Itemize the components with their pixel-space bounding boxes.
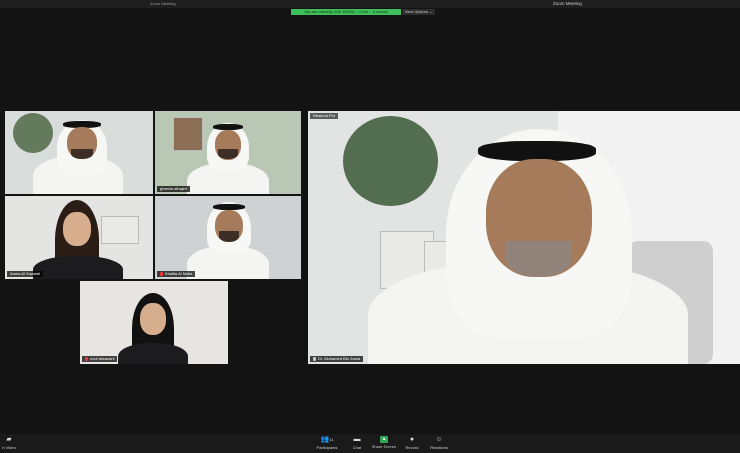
active-speaker-tile[interactable]: Reserva Pro Dr. Mohamed Bin Zama — [308, 111, 740, 364]
reactions-icon: ☺ — [435, 436, 443, 443]
reactions-button[interactable]: ☺ Reactions — [428, 436, 450, 450]
meeting-toolbar: ▰ rt Video 👥11 Participants ▬ Chat ▲ Sha… — [0, 434, 740, 453]
muted-mic-icon — [160, 271, 163, 276]
participant-name: Dr. Mohamed Bin Zama — [310, 356, 364, 362]
video-tile-participant-3[interactable]: Amna Al Suwaidi — [5, 196, 153, 279]
share-screen-icon: ▲ — [380, 436, 388, 443]
participant-video — [155, 196, 301, 279]
participant-video — [155, 111, 301, 194]
participants-icon: 👥11 — [320, 436, 334, 443]
participant-video — [308, 111, 740, 364]
muted-mic-icon — [85, 356, 88, 361]
participant-name: nouf alwazani — [82, 356, 118, 362]
screen-share-banner: You are viewing UAE MOHIC - Chai... 's s… — [291, 9, 401, 15]
window-titlebar: Zoom Meeting Zoom Meeting — [0, 0, 740, 8]
share-screen-button[interactable]: ▲ Share Screen — [371, 436, 397, 449]
video-button[interactable]: ▰ rt Video — [0, 436, 18, 450]
chat-button[interactable]: ▬ Chat — [349, 436, 365, 450]
video-tile-participant-2[interactable]: ghanim.alhajeri — [155, 111, 301, 194]
chat-icon: ▬ — [353, 436, 361, 443]
record-icon: ● — [409, 436, 415, 443]
mic-icon — [313, 356, 316, 361]
app-title: Zoom Meeting — [150, 1, 176, 6]
video-off-icon: ▰ — [6, 436, 12, 443]
participant-video — [80, 281, 228, 364]
participant-name: ghanim.alhajeri — [157, 186, 191, 192]
speaker-indicator: Reserva Pro — [310, 113, 339, 119]
participant-name: Khalifa Al Malla — [157, 271, 196, 277]
window-title: Zoom Meeting — [553, 1, 582, 6]
participant-name: Amna Al Suwaidi — [7, 271, 44, 277]
video-tile-participant-1[interactable] — [5, 111, 153, 194]
record-button[interactable]: ● Record — [402, 436, 422, 450]
video-tile-participant-5[interactable]: nouf alwazani — [80, 281, 228, 364]
video-tile-participant-4[interactable]: Khalifa Al Malla — [155, 196, 301, 279]
view-options-button[interactable]: View Options ⌄ — [402, 9, 435, 15]
participants-button[interactable]: 👥11 Participants — [314, 436, 340, 450]
participant-video — [5, 111, 153, 194]
participant-video — [5, 196, 153, 279]
